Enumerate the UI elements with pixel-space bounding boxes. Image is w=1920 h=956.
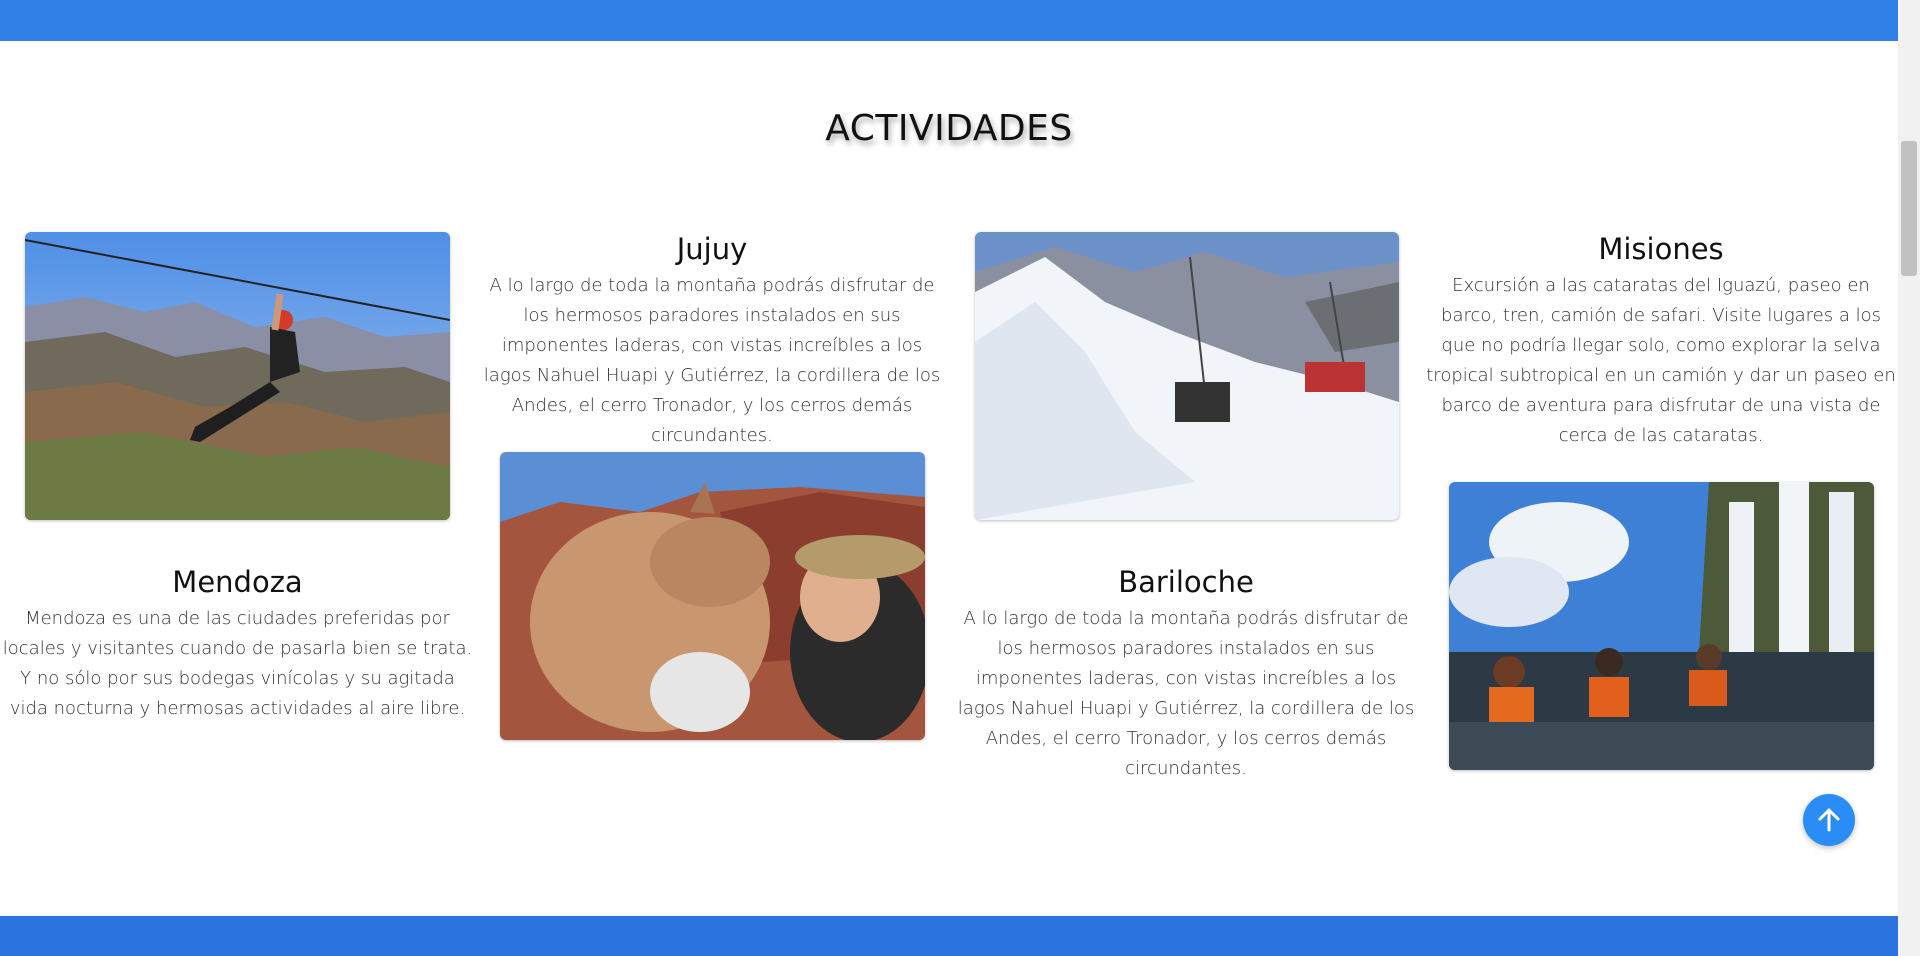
misiones-waterfall-photo <box>1449 482 1874 770</box>
scrollbar-thumb[interactable] <box>1901 141 1917 276</box>
scroll-to-top-button[interactable] <box>1803 794 1855 846</box>
section-title: ACTIVIDADES <box>825 108 1073 149</box>
misiones-description: Excursión a las cataratas del Iguazú, pa… <box>1426 275 1896 446</box>
jujuy-card: Jujuy A lo largo de toda la montaña podr… <box>477 230 947 451</box>
bariloche-ski-photo <box>975 232 1399 520</box>
bariloche-card: Bariloche A lo largo de toda la montaña … <box>950 563 1422 784</box>
mendoza-card: Mendoza Mendoza es una de las ciudades p… <box>0 563 475 724</box>
mendoza-description: Mendoza es una de las ciudades preferida… <box>2 608 473 719</box>
jujuy-llama-photo <box>500 452 925 740</box>
header-bar <box>0 0 1898 41</box>
jujuy-title: Jujuy <box>676 232 748 266</box>
bariloche-title: Bariloche <box>1118 565 1254 599</box>
mendoza-title: Mendoza <box>172 565 303 599</box>
mendoza-zipline-photo <box>25 232 450 520</box>
misiones-title: Misiones <box>1598 232 1724 266</box>
bariloche-description: A lo largo de toda la montaña podrás dis… <box>957 608 1415 779</box>
arrow-up-icon <box>1818 808 1840 832</box>
footer-bar <box>0 916 1898 956</box>
misiones-card: Misiones Excursión a las cataratas del I… <box>1425 230 1897 451</box>
jujuy-description: A lo largo de toda la montaña podrás dis… <box>483 275 941 446</box>
page-scrollbar[interactable] <box>1898 0 1920 956</box>
